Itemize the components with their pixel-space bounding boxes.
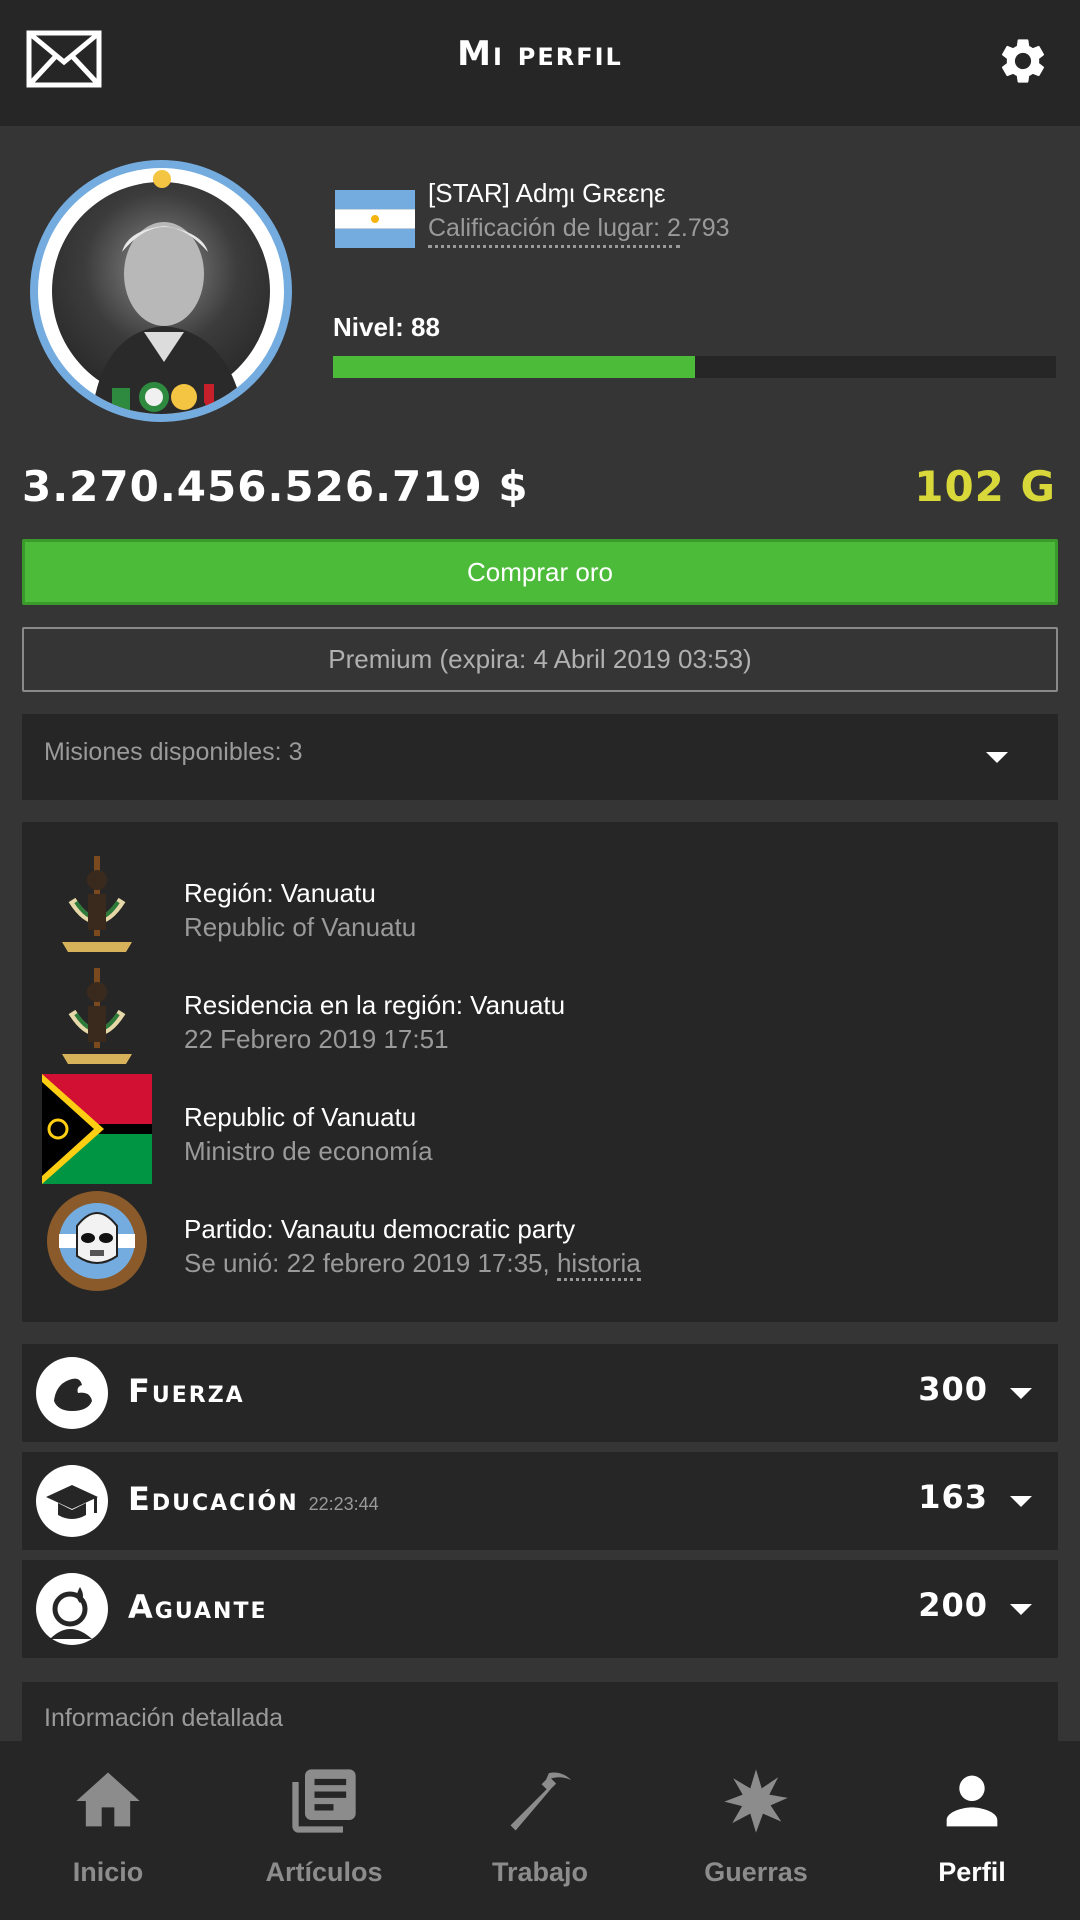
party-emblem-icon [47,1191,147,1291]
stat-value: 300 [918,1370,988,1408]
nav-label: Artículos [265,1857,383,1887]
sun-icon [153,170,171,188]
nav-work[interactable]: Trabajo [432,1741,648,1920]
residence-row[interactable]: Residencia en la región: Vanuatu 22 Febr… [42,962,1042,1074]
stat-stamina[interactable]: Aguante 200 [22,1560,1058,1658]
person-icon [946,1775,998,1827]
stat-label: Educación [128,1480,299,1518]
party-history-link[interactable]: historia [556,1248,641,1281]
home-icon [76,1772,140,1827]
stat-name: Aguante [128,1588,277,1626]
chevron-down-icon [1010,1496,1032,1507]
vanuatu-emblem-icon [62,856,132,952]
nav-wars[interactable]: Guerras [648,1741,864,1920]
level-progress-bar [333,356,1056,378]
nav-label: Trabajo [491,1857,589,1887]
stat-name: Fuerza [128,1372,255,1410]
avatar[interactable] [30,160,292,422]
detailed-info-panel[interactable]: Información detallada [22,1682,1058,1742]
nav-label: Perfil [938,1857,1006,1887]
money-balance: 3.270.456.526.719 $ [22,462,529,511]
badges-icon [112,382,214,412]
rating-underline [428,245,680,248]
party-joined-text: Se unió: 22 febrero 2019 17:35, [184,1248,557,1278]
region-row[interactable]: Región: Vanuatu Republic of Vanuatu [42,850,1042,962]
chevron-down-icon [1010,1604,1032,1615]
vanuatu-flag-icon [42,1074,152,1184]
argentina-flag-icon [335,190,415,248]
state-title: Republic of Vanuatu [184,1102,417,1132]
vanuatu-emblem-icon [62,968,132,1064]
party-row[interactable]: Partido: Vanautu democratic party Se uni… [42,1186,1042,1298]
muscle-icon [36,1357,108,1429]
gold-balance: 102 G [914,462,1056,511]
chevron-down-icon [1010,1388,1032,1399]
level-progress-fill [333,356,695,378]
stat-value: 163 [918,1478,988,1516]
residence-info-card: Región: Vanuatu Republic of Vanuatu Resi… [22,822,1058,1322]
missions-dropdown[interactable]: Misiones disponibles: 3 [22,714,1058,800]
bottom-navigation: Inicio Artículos Trabajo Guerras Perfil [0,1741,1080,1920]
residence-subtitle: 22 Febrero 2019 17:51 [184,1024,449,1054]
state-row[interactable]: Republic of Vanuatu Ministro de economía [42,1074,1042,1186]
portrait-image [52,182,270,414]
explosion-icon [724,1769,788,1833]
stat-label: Aguante [128,1588,268,1626]
place-rating[interactable]: Calificación de lugar: 2.793 [428,214,730,243]
stat-label: Fuerza [128,1372,245,1410]
nav-home[interactable]: Inicio [0,1741,216,1920]
player-name[interactable]: [STAR] Adɱι Gʀεεηε [428,178,666,209]
nav-label: Inicio [72,1857,144,1887]
chevron-down-icon [986,752,1008,763]
pickaxe-icon [510,1772,572,1831]
stat-name: Educación 22:23:44 [128,1480,379,1518]
party-subtitle: Se unió: 22 febrero 2019 17:35, historia [184,1248,641,1281]
premium-button[interactable]: Premium (expira: 4 Abril 2019 03:53) [22,627,1058,692]
state-subtitle: Ministro de economía [184,1136,433,1166]
region-subtitle: Republic of Vanuatu [184,912,417,942]
top-bar: Mi perfil [0,0,1080,126]
stat-strength[interactable]: Fuerza 300 [22,1344,1058,1442]
stamina-icon [36,1573,108,1645]
graduation-cap-icon [36,1465,108,1537]
nav-profile[interactable]: Perfil [864,1741,1080,1920]
gear-icon[interactable] [996,34,1050,88]
stat-value: 200 [918,1586,988,1624]
region-title: Región: Vanuatu [184,878,376,908]
page-title: Mi perfil [457,34,623,74]
articles-icon [292,1769,356,1833]
stat-timer: 22:23:44 [308,1494,379,1514]
detailed-info-label: Información detallada [44,1704,284,1732]
party-title: Partido: Vanautu democratic party [184,1214,576,1244]
nav-label: Guerras [704,1857,808,1887]
level-label: Nivel: 88 [333,312,440,342]
residence-title: Residencia en la región: Vanuatu [184,990,566,1020]
stat-education[interactable]: Educación 22:23:44 163 [22,1452,1058,1550]
missions-label: Misiones disponibles: 3 [44,738,303,766]
buy-gold-button[interactable]: Comprar oro [22,539,1058,605]
nav-articles[interactable]: Artículos [216,1741,432,1920]
